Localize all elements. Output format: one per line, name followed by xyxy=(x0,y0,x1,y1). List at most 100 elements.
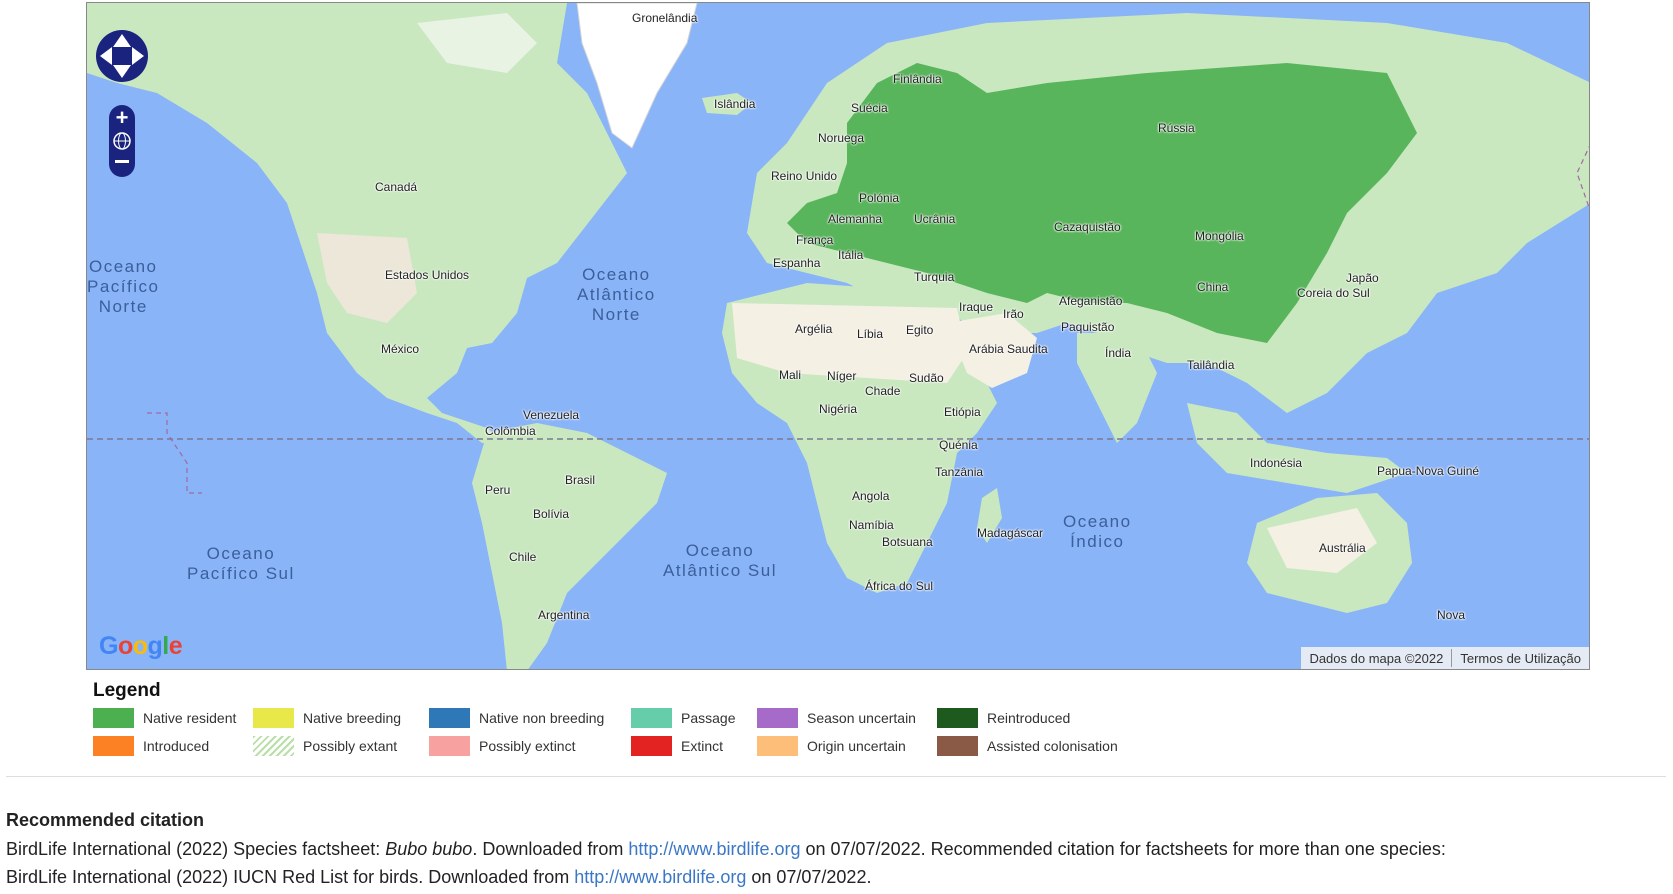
legend-item: Passage xyxy=(631,708,735,728)
legend-label: Assisted colonisation xyxy=(987,738,1118,754)
country-label: Indonésia xyxy=(1250,456,1303,470)
ocean-label: Oceano Atlântico Sul xyxy=(663,541,777,580)
legend-item: Native resident xyxy=(93,708,236,728)
country-label: Argentina xyxy=(538,608,590,622)
legend-label: Native breeding xyxy=(303,710,402,726)
legend-item: Native non breeding xyxy=(429,708,604,728)
country-label: Colômbia xyxy=(485,424,536,438)
country-label: México xyxy=(381,342,420,356)
country-label: Quénia xyxy=(939,438,978,452)
legend-label: Passage xyxy=(681,710,736,726)
legend-item: Origin uncertain xyxy=(757,736,906,756)
ocean-label: Oceano Pacífico Sul xyxy=(187,544,295,583)
country-label: Estados Unidos xyxy=(385,268,470,282)
citation-section: Recommended citation BirdLife Internatio… xyxy=(6,810,1446,894)
birdlife-link-1[interactable]: http://www.birdlife.org xyxy=(628,839,800,859)
country-label: Brasil xyxy=(565,473,596,487)
country-label: Venezuela xyxy=(523,408,580,422)
zoom-in-icon: + xyxy=(116,105,129,130)
legend-swatch xyxy=(937,708,978,728)
country-label: Rússia xyxy=(1158,121,1195,135)
country-label: Níger xyxy=(827,369,857,383)
citation-title: Recommended citation xyxy=(6,810,205,830)
country-label: França xyxy=(796,233,834,247)
country-label: Madagáscar xyxy=(977,526,1044,540)
ocean-label: Oceano Índico xyxy=(1063,512,1132,551)
country-label: Argélia xyxy=(795,322,833,336)
legend-swatch xyxy=(253,708,294,728)
country-label: Egito xyxy=(906,323,934,337)
map-controls: + xyxy=(96,30,148,177)
country-label: Nigéria xyxy=(819,402,858,416)
country-label: Chile xyxy=(509,550,537,564)
legend-item: Native breeding xyxy=(253,708,401,728)
pan-control[interactable] xyxy=(96,30,148,82)
legend-label: Season uncertain xyxy=(807,710,916,726)
legend-label: Introduced xyxy=(143,738,210,754)
legend-item: Possibly extinct xyxy=(429,736,575,756)
divider xyxy=(6,776,1666,777)
legend-label: Native non breeding xyxy=(479,710,605,726)
legend-swatch xyxy=(757,708,798,728)
country-label: Noruega xyxy=(818,131,865,145)
legend: Legend xyxy=(93,680,161,702)
country-label: Bolívia xyxy=(533,507,570,521)
legend-swatch xyxy=(253,736,294,756)
map-basemap xyxy=(87,3,1589,669)
country-label: Sudão xyxy=(909,371,944,385)
legend-swatch xyxy=(757,736,798,756)
map-credits: Dados do mapa ©2022 Termos de Utilização xyxy=(1301,647,1589,669)
legend-label: Possibly extinct xyxy=(479,738,576,754)
country-label: Papua-Nova Guiné xyxy=(1377,464,1480,478)
country-label: Nova xyxy=(1437,608,1466,622)
country-label: Tanzânia xyxy=(935,465,984,479)
citation-line-1: BirdLife International (2022) Species fa… xyxy=(6,839,1446,859)
legend-label: Origin uncertain xyxy=(807,738,906,754)
legend-item: Possibly extant xyxy=(253,736,397,756)
country-label: China xyxy=(1197,280,1229,294)
ocean-label: Oceano Pacífico Norte xyxy=(87,257,160,316)
country-label: Irão xyxy=(1003,307,1024,321)
country-label: Suécia xyxy=(851,101,888,115)
country-label: Peru xyxy=(485,483,511,497)
ocean-label: Oceano Atlântico Norte xyxy=(577,265,656,324)
zoom-control[interactable]: + xyxy=(109,105,135,177)
country-label: Afeganistão xyxy=(1059,294,1123,308)
legend-swatch xyxy=(93,708,134,728)
species-name: Bubo bubo xyxy=(385,839,473,859)
country-label: África do Sul xyxy=(865,579,934,593)
country-label: Itália xyxy=(838,248,864,262)
country-label: Líbia xyxy=(857,327,884,341)
country-label: Austrália xyxy=(1319,541,1366,555)
legend-swatch xyxy=(937,736,978,756)
country-label: Arábia Saudita xyxy=(969,342,1048,356)
legend-item: Introduced xyxy=(93,736,209,756)
range-map[interactable]: Gronelândia Islândia Finlândia Suécia Norueg… xyxy=(86,2,1590,670)
legend-swatch xyxy=(429,708,470,728)
legend-item: Extinct xyxy=(631,736,723,756)
legend-item: Reintroduced xyxy=(937,708,1070,728)
legend-swatch xyxy=(429,736,470,756)
country-label: Mongólia xyxy=(1195,229,1244,243)
map-data-credit: Dados do mapa ©2022 xyxy=(1309,650,1444,666)
legend-label: Extinct xyxy=(681,738,724,754)
country-label: Tailândia xyxy=(1187,358,1235,372)
legend-title: Legend xyxy=(93,680,161,701)
country-label: Coreia do Sul xyxy=(1297,286,1370,300)
country-label: Angola xyxy=(852,489,890,503)
country-label: Chade xyxy=(865,384,901,398)
legend-item: Assisted colonisation xyxy=(937,736,1118,756)
country-label: Gronelândia xyxy=(632,11,698,25)
birdlife-link-2[interactable]: http://www.birdlife.org xyxy=(574,867,746,887)
legend-swatch xyxy=(93,736,134,756)
zoom-out-icon xyxy=(115,160,129,163)
country-label: Japão xyxy=(1346,271,1379,285)
country-label: Reino Unido xyxy=(771,169,838,183)
country-label: Iraque xyxy=(959,300,994,314)
citation-line-2: BirdLife International (2022) IUCN Red L… xyxy=(6,867,872,887)
terms-link[interactable]: Termos de Utilização xyxy=(1452,651,1589,666)
google-logo: Google xyxy=(99,632,183,660)
country-label: Polónia xyxy=(859,191,900,205)
country-label: Namíbia xyxy=(849,518,894,532)
legend-label: Possibly extant xyxy=(303,738,398,754)
